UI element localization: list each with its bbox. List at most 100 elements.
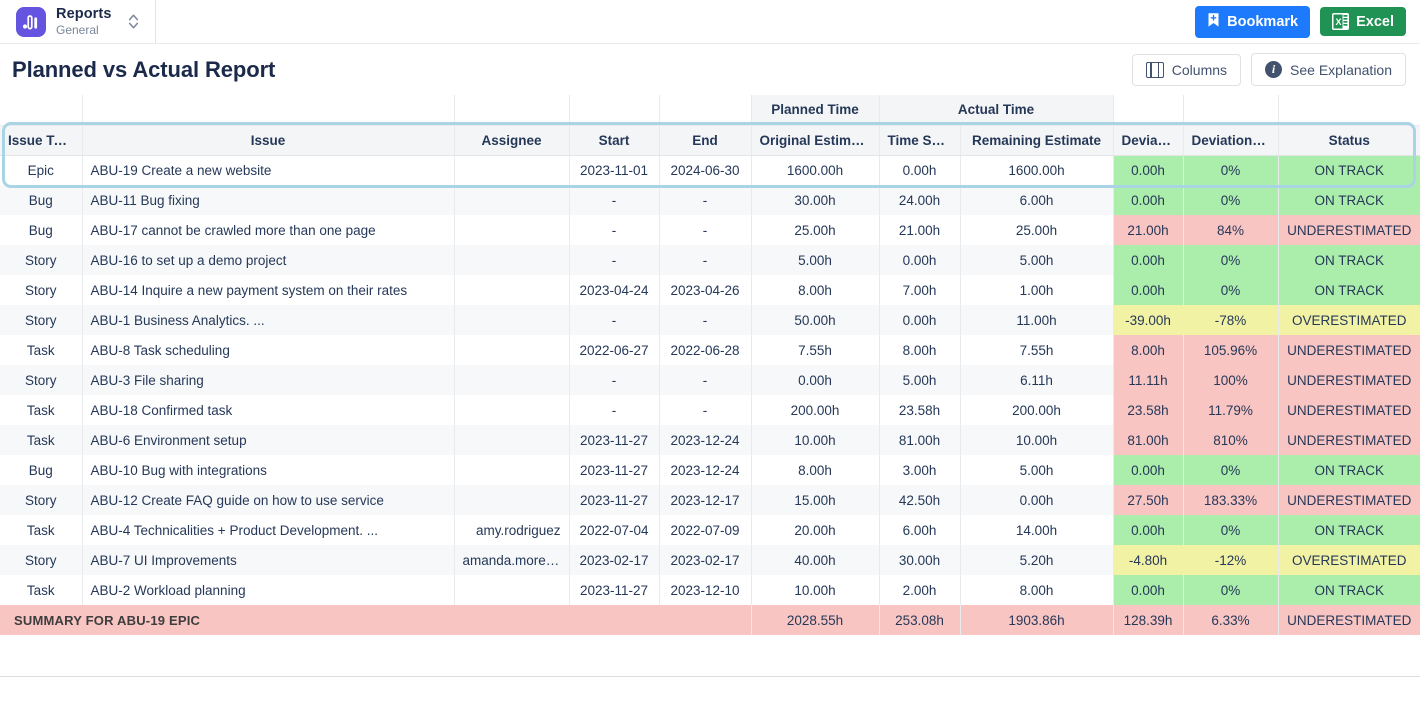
table-row[interactable]: Story ABU-3 File sharing - -0.00h 5.00h 6.11h… (0, 365, 1420, 395)
cell-remaining-estimate: 11.00h (960, 305, 1114, 335)
cell-issue-type: Story (0, 305, 83, 335)
table-row[interactable]: Story ABU-7 UI Improvements amanda.moreno 2… (0, 545, 1420, 575)
table-row[interactable]: Epic ABU-19 Create a new website 2023-11-0… (0, 155, 1420, 185)
cell-issue: ABU-17 cannot be crawled more than one p… (82, 215, 455, 245)
cell-deviation-pct: 0% (1183, 455, 1279, 485)
summary-remaining-estimate: 1903.86h (960, 605, 1114, 635)
cell-assignee (454, 395, 570, 425)
cell-issue: ABU-2 Workload planning (82, 575, 455, 605)
cell-time-spent: 0.00h (879, 305, 961, 335)
cell-issue-type: Task (0, 395, 83, 425)
cell-status: OVERESTIMATED (1278, 545, 1420, 575)
cell-start: - (569, 215, 660, 245)
cell-end: - (659, 245, 752, 275)
cell-time-spent: 21.00h (879, 215, 961, 245)
cell-status: UNDERESTIMATED (1278, 215, 1420, 245)
cell-issue: ABU-1 Business Analytics. ... (82, 305, 455, 335)
table-row[interactable]: Task ABU-8 Task scheduling 2022-06-27 2022-… (0, 335, 1420, 365)
bookmark-button[interactable]: Bookmark (1195, 5, 1311, 38)
cell-start: 2023-02-17 (569, 545, 660, 575)
cell-deviation: 23.58h (1113, 395, 1184, 425)
cell-issue-type: Task (0, 515, 83, 545)
table-row[interactable]: Bug ABU-10 Bug with integrations 2023-11-2… (0, 455, 1420, 485)
cell-time-spent: 3.00h (879, 455, 961, 485)
cell-start: - (569, 245, 660, 275)
col-header-status[interactable]: Status (1278, 125, 1420, 156)
cell-start: 2023-11-27 (569, 425, 660, 455)
col-header-time-spent[interactable]: Time Spent (879, 125, 961, 156)
col-header-issue-type[interactable]: Issue Type (0, 125, 83, 156)
cell-issue: ABU-14 Inquire a new payment system on t… (82, 275, 455, 305)
table-row[interactable]: Task ABU-2 Workload planning 2023-11-27 202… (0, 575, 1420, 605)
table-row[interactable]: Task ABU-4 Technicalities + Product Devel… (0, 515, 1420, 545)
cell-remaining-estimate: 14.00h (960, 515, 1114, 545)
columns-button[interactable]: Columns (1131, 53, 1242, 86)
table-row[interactable]: Story ABU-14 Inquire a new payment system… (0, 275, 1420, 305)
app-name: Reports (56, 5, 112, 22)
table-row[interactable]: Task ABU-6 Environment setup 2023-11-27 202… (0, 425, 1420, 455)
cell-end: 2023-12-24 (659, 425, 752, 455)
col-header-deviation[interactable]: Deviation (1113, 125, 1184, 156)
cell-start: 2023-11-01 (569, 155, 660, 185)
reports-page: Reports General Bookmark X Excel Planned… (0, 0, 1420, 718)
columns-icon (1145, 61, 1164, 78)
cell-deviation-pct: 0% (1183, 575, 1279, 605)
table-row[interactable]: Bug ABU-17 cannot be crawled more than on… (0, 215, 1420, 245)
app-switcher[interactable]: Reports General (16, 0, 156, 44)
cell-remaining-estimate: 7.55h (960, 335, 1114, 365)
top-bar: Reports General Bookmark X Excel (0, 0, 1420, 44)
cell-status: ON TRACK (1278, 155, 1420, 185)
cell-deviation: 0.00h (1113, 185, 1184, 215)
cell-end: 2023-12-10 (659, 575, 752, 605)
cell-issue-type: Story (0, 545, 83, 575)
cell-issue: ABU-6 Environment setup (82, 425, 455, 455)
cell-original-estimate: 20.00h (751, 515, 880, 545)
cell-issue-type: Task (0, 425, 83, 455)
app-subtitle: General (56, 22, 99, 37)
excel-button[interactable]: X Excel (1320, 7, 1406, 36)
col-header-end[interactable]: End (659, 125, 752, 156)
group-blank-4 (569, 95, 660, 126)
cell-original-estimate: 10.00h (751, 575, 880, 605)
table-row[interactable]: Bug ABU-11 Bug fixing - -30.00h 24.00h 6.00h 0… (0, 185, 1420, 215)
cell-status: ON TRACK (1278, 515, 1420, 545)
col-header-deviation-pct[interactable]: Deviation, % (1183, 125, 1279, 156)
group-blank-5 (659, 95, 752, 126)
cell-deviation: 8.00h (1113, 335, 1184, 365)
col-header-original-estimate[interactable]: Original Estimate (751, 125, 880, 156)
cell-remaining-estimate: 200.00h (960, 395, 1114, 425)
chevron-up-down-icon[interactable] (128, 13, 139, 30)
col-header-start[interactable]: Start (569, 125, 660, 156)
cell-original-estimate: 7.55h (751, 335, 880, 365)
cell-original-estimate: 0.00h (751, 365, 880, 395)
cell-assignee (454, 425, 570, 455)
col-header-issue[interactable]: Issue (82, 125, 455, 156)
cell-deviation: 0.00h (1113, 245, 1184, 275)
cell-assignee (454, 185, 570, 215)
cell-end: 2022-07-09 (659, 515, 752, 545)
cell-status: UNDERESTIMATED (1278, 395, 1420, 425)
table-row[interactable]: Story ABU-12 Create FAQ guide on how to u… (0, 485, 1420, 515)
cell-status: UNDERESTIMATED (1278, 365, 1420, 395)
cell-deviation-pct: 100% (1183, 365, 1279, 395)
cell-original-estimate: 50.00h (751, 305, 880, 335)
cell-issue: ABU-10 Bug with integrations (82, 455, 455, 485)
table-row[interactable]: Story ABU-16 to set up a demo project - -5.… (0, 245, 1420, 275)
table-row[interactable]: Task ABU-18 Confirmed task - -200.00h 23.58h… (0, 395, 1420, 425)
cell-status: ON TRACK (1278, 185, 1420, 215)
cell-original-estimate: 8.00h (751, 455, 880, 485)
see-explanation-button[interactable]: i See Explanation (1251, 53, 1406, 86)
col-header-remaining-estimate[interactable]: Remaining Estimate (960, 125, 1114, 156)
cell-time-spent: 6.00h (879, 515, 961, 545)
col-header-assignee[interactable]: Assignee (454, 125, 570, 156)
cell-deviation: 11.11h (1113, 365, 1184, 395)
cell-time-spent: 42.50h (879, 485, 961, 515)
cell-status: UNDERESTIMATED (1278, 335, 1420, 365)
cell-remaining-estimate: 5.00h (960, 245, 1114, 275)
table-row[interactable]: Story ABU-1 Business Analytics. ... - -50.0… (0, 305, 1420, 335)
summary-deviation: 128.39h (1113, 605, 1184, 635)
cell-remaining-estimate: 5.20h (960, 545, 1114, 575)
cell-start: - (569, 395, 660, 425)
cell-deviation-pct: 810% (1183, 425, 1279, 455)
cell-issue: ABU-11 Bug fixing (82, 185, 455, 215)
